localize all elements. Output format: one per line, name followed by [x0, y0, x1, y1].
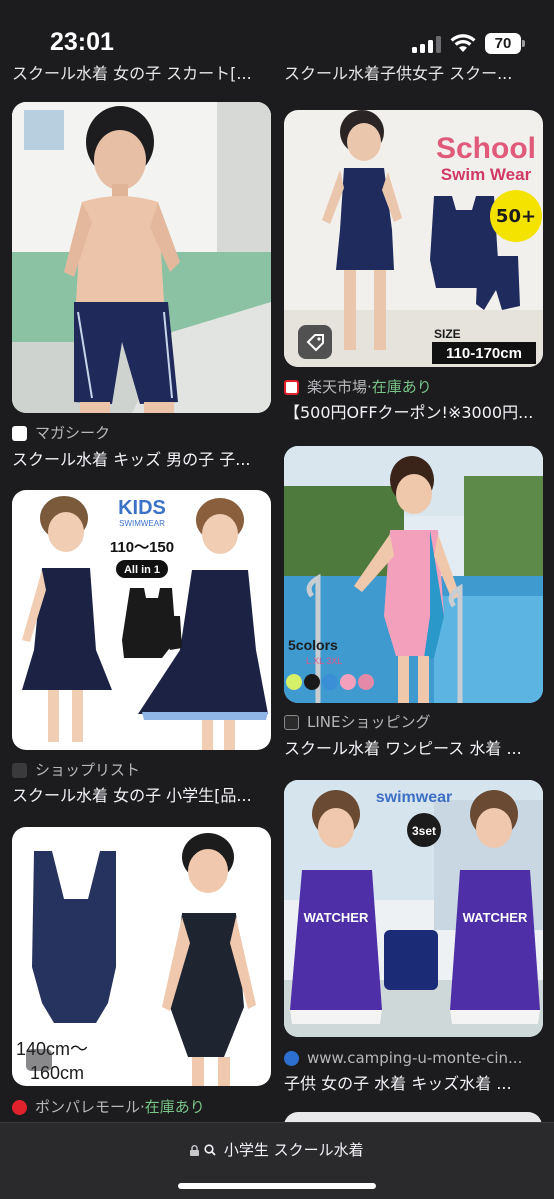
search-icon	[204, 1144, 216, 1156]
swim-wear-title: Swim Wear	[441, 165, 532, 184]
result-caption[interactable]: スクール水着 キッズ 男の子 子...	[12, 448, 271, 472]
previous-result-caption-right[interactable]: スクール水着子供女子 スクー...	[284, 62, 539, 86]
shirt-print-left: WATCHER	[304, 910, 369, 925]
clock: 23:01	[50, 28, 114, 56]
image-result-5[interactable]: 140cm～ 160cm ポンパレモール · 在庫あり	[12, 827, 271, 1127]
result-source[interactable]: ショップリスト	[12, 759, 140, 781]
image-result-6[interactable]: WATCHER WATCHER swimwear 3set www.campin…	[284, 780, 543, 1100]
result-image[interactable]: 5colors L XL 3XL	[284, 446, 543, 703]
result-caption[interactable]: 【500円OFFクーポン!※3000円...	[284, 401, 543, 425]
set-badge: 3set	[412, 824, 436, 838]
address-field[interactable]: 小学生 スクール水着	[0, 1139, 554, 1160]
size-range: 110-170cm	[446, 345, 522, 362]
line-shopping-favicon-icon	[284, 714, 299, 730]
ponpare-mall-favicon-icon	[12, 1099, 27, 1115]
wifi-icon	[450, 34, 476, 52]
result-image[interactable]: 140cm～ 160cm	[12, 827, 271, 1086]
kids-brand: KIDS	[118, 497, 166, 519]
result-caption[interactable]: 子供 女の子 水着 キッズ水着 ...	[284, 1072, 543, 1096]
previous-result-caption-left[interactable]: スクール水着 女の子 スカート[...	[12, 62, 267, 86]
result-caption[interactable]: スクール水着 女の子 小学生[品...	[12, 784, 271, 808]
address-bar[interactable]: 小学生 スクール水着	[0, 1122, 554, 1199]
source-name: LINEショッピング	[307, 713, 431, 731]
search-query: 小学生 スクール水着	[223, 1141, 364, 1159]
image-result-1[interactable]: マガシーク スクール水着 キッズ 男の子 子...	[12, 102, 271, 474]
all-in-one-badge: All in 1	[124, 564, 160, 576]
result-source[interactable]: 楽天市場 · 在庫あり	[284, 376, 432, 398]
result-source[interactable]: LINEショッピング	[284, 711, 430, 733]
size-label: SIZE	[434, 327, 461, 341]
school-title: School	[436, 132, 536, 165]
swimwear-brand: swimwear	[376, 789, 452, 806]
source-name: ポンパレモール	[35, 1098, 141, 1116]
result-image[interactable]: WATCHER WATCHER swimwear 3set	[284, 780, 543, 1037]
swimwear-brand: SWIMWEAR	[119, 519, 165, 528]
max-size-badge: 50+	[496, 206, 536, 227]
result-caption[interactable]: スクール水着 ワンピース 水着 ...	[284, 737, 543, 761]
image-result-4[interactable]: 5colors L XL 3XL LINEショッピング スクール水着 ワンピース…	[284, 446, 543, 766]
result-source[interactable]: マガシーク	[12, 422, 110, 444]
shirt-print-right: WATCHER	[463, 910, 528, 925]
battery-icon: 70	[485, 33, 525, 54]
result-source[interactable]: ポンパレモール · 在庫あり	[12, 1096, 205, 1118]
image-result-3[interactable]: KIDS SWIMWEAR 110～150 All in 1 ショップリスト ス…	[12, 490, 271, 810]
lock-icon	[190, 1145, 200, 1156]
result-image[interactable]	[12, 102, 271, 413]
magaseek-favicon-icon	[12, 425, 27, 441]
stock-status: 在庫あり	[144, 1098, 205, 1116]
source-name: www.camping-u-monte-cin...	[307, 1049, 523, 1067]
source-name: ショップリスト	[35, 761, 141, 779]
image-result-2[interactable]: 50+ School Swim Wear SIZE 110-170cm 楽天市場…	[284, 110, 543, 430]
colors-count: 5colors	[288, 637, 338, 653]
status-bar: 23:01 70	[0, 0, 554, 62]
source-name: マガシーク	[35, 424, 111, 442]
cellular-signal-icon	[412, 36, 442, 53]
battery-level: 70	[494, 35, 512, 52]
shoplist-favicon-icon	[12, 762, 27, 778]
rakuten-favicon-icon	[284, 379, 299, 395]
stock-status: 在庫あり	[371, 378, 432, 396]
wordpress-favicon-icon	[284, 1050, 299, 1066]
home-indicator	[178, 1183, 376, 1189]
price-tag-icon[interactable]	[298, 325, 332, 359]
result-source[interactable]: www.camping-u-monte-cin...	[284, 1047, 522, 1069]
result-image[interactable]: KIDS SWIMWEAR 110～150 All in 1	[12, 490, 271, 750]
size-options: L XL 3XL	[306, 656, 342, 666]
source-name: 楽天市場	[307, 378, 368, 396]
size-range: 110～150	[110, 539, 174, 556]
